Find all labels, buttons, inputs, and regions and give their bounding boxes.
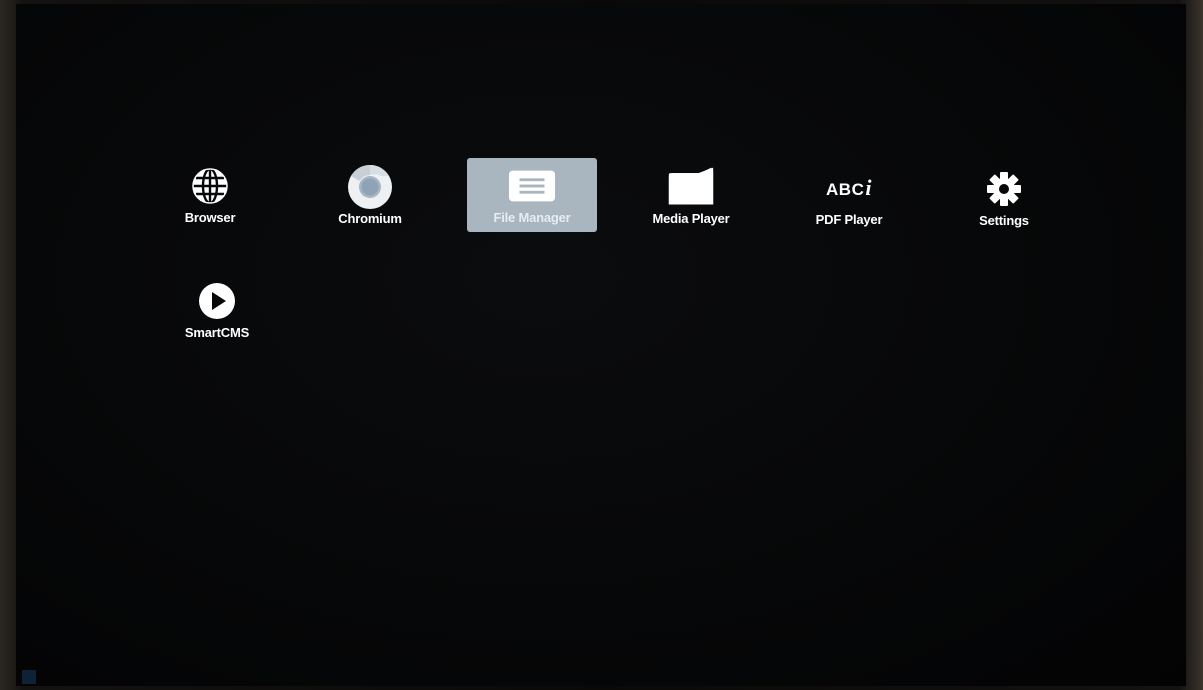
app-label-chromium: Chromium	[338, 211, 402, 226]
gear-icon	[980, 169, 1028, 209]
chromium-icon	[346, 165, 394, 209]
app-tile-settings[interactable]: Settings	[939, 161, 1069, 235]
play-icon	[193, 281, 241, 321]
app-label-media-player: Media Player	[652, 211, 730, 226]
app-tile-chromium[interactable]: Chromium	[305, 159, 435, 233]
file-manager-icon	[508, 166, 556, 206]
app-label-browser: Browser	[184, 210, 236, 225]
app-tile-pdf-player[interactable]: ABCi PDF Player	[784, 160, 914, 234]
app-label-file-manager: File Manager	[493, 210, 571, 225]
app-tile-file-manager[interactable]: File Manager	[467, 158, 597, 232]
app-tile-smartcms[interactable]: SmartCMS	[152, 273, 282, 347]
app-tile-browser[interactable]: Browser	[145, 158, 275, 232]
app-label-pdf-player: PDF Player	[815, 212, 883, 227]
power-indicator	[22, 670, 36, 684]
app-tile-media-player[interactable]: Media Player	[626, 159, 756, 233]
app-label-settings: Settings	[979, 213, 1029, 228]
abc-icon: ABCi	[826, 175, 872, 200]
app-label-smartcms: SmartCMS	[184, 325, 250, 340]
globe-icon	[186, 166, 234, 206]
folder-icon	[667, 167, 715, 207]
launcher-screen: Browser Chromium File Manager Media Play…	[16, 4, 1186, 686]
